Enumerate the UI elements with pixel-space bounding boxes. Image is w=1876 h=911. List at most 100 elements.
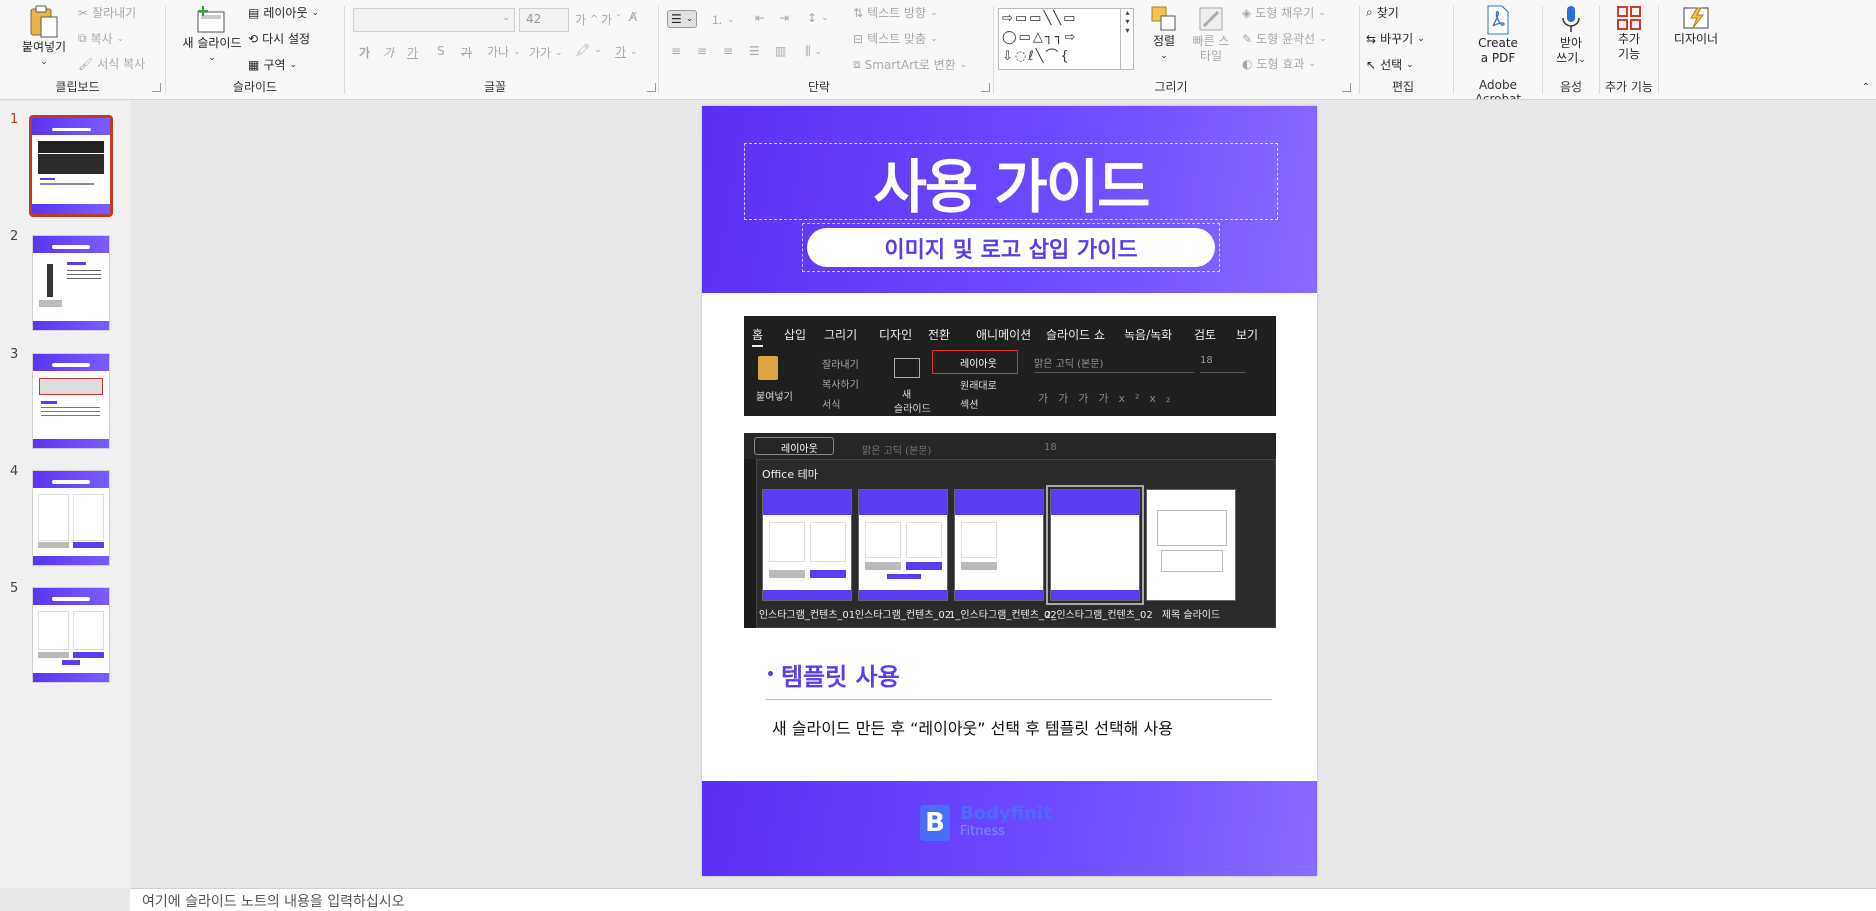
shapes-more-button[interactable]: ▴ ▾ ▾: [1120, 8, 1134, 70]
designer-button[interactable]: 디자이너: [1667, 4, 1725, 47]
dictate-button[interactable]: 받아 쓰기⌄: [1551, 4, 1591, 68]
shape-effects-button[interactable]: ◐ 도형 효과 ⌄: [1242, 55, 1316, 72]
thumb-pill: [52, 480, 90, 485]
dialog-launcher-icon[interactable]: [1342, 83, 1351, 92]
screenshot2-layout-button: 레이아웃: [754, 437, 834, 455]
font-name-combo[interactable]: ⌄: [353, 8, 515, 32]
align-right-button[interactable]: ≡: [723, 44, 733, 58]
grow-font-button[interactable]: 가 ^: [575, 11, 598, 28]
shape-effects-label: 도형 효과: [1256, 57, 1305, 71]
justify-button[interactable]: ☰: [749, 44, 760, 58]
layout-header: [1051, 490, 1139, 515]
align-center-button[interactable]: ≡: [697, 44, 707, 58]
chevron-down-icon: ⌄: [311, 7, 320, 18]
align-left-button[interactable]: ≡: [671, 44, 681, 58]
columns-button[interactable]: ⫼ ⌄: [805, 44, 822, 59]
thumb-header: [32, 118, 110, 136]
layout-block: [769, 570, 805, 578]
subtitle-placeholder[interactable]: 이미지 및 로고 삽입 가이드: [802, 223, 1220, 272]
thumb-footer: [33, 320, 109, 330]
slide-thumbnail-3[interactable]: [32, 353, 110, 449]
layout-button[interactable]: ▤ 레이아웃 ⌄: [248, 4, 319, 21]
shrink-font-button[interactable]: 가ˇ: [601, 11, 621, 28]
slide-thumbnail-5[interactable]: [32, 587, 110, 683]
distributed-button[interactable]: ▥: [775, 44, 786, 58]
bullet-dot: •: [766, 666, 775, 683]
screenshot-tab: 삽입: [784, 328, 807, 342]
layout-block: [865, 562, 901, 570]
format-painter-label: 서식 복사: [97, 57, 146, 71]
numbering-button[interactable]: ⒈ ⌄: [711, 11, 735, 28]
thumb-pill: [52, 597, 90, 602]
shape-outline-button[interactable]: ✎ 도형 윤곽선 ⌄: [1242, 30, 1327, 47]
editing-label: 편집: [1391, 80, 1415, 94]
chevron-down-icon: ⌄: [116, 33, 125, 44]
strikethrough-button[interactable]: 가: [461, 44, 472, 61]
thumb-image-placeholder: [72, 610, 105, 651]
clear-format-button[interactable]: A̸: [629, 10, 637, 24]
replace-button[interactable]: ⇆ 바꾸기 ⌄: [1366, 30, 1425, 47]
find-button[interactable]: ⌕ 찾기: [1366, 4, 1399, 21]
slide-thumbnail-4[interactable]: [32, 470, 110, 566]
title-placeholder[interactable]: 사용 가이드: [744, 143, 1278, 221]
shadow-button[interactable]: S: [437, 44, 445, 58]
select-button[interactable]: ↖ 선택 ⌄: [1366, 56, 1414, 73]
shape-fill-button[interactable]: ◈ 도형 채우기 ⌄: [1242, 4, 1326, 21]
slide-thumbnail-1[interactable]: [29, 115, 113, 217]
notes-pane[interactable]: 여기에 슬라이드 노트의 내용을 입력하십시오: [130, 888, 1876, 911]
font-size-combo[interactable]: 42: [519, 8, 569, 32]
screenshot2-theme-label: Office 테마: [762, 468, 818, 481]
new-slide-button[interactable]: 새 슬라이드 ⌄: [174, 4, 250, 66]
reset-button[interactable]: ⟲ 다시 설정: [248, 30, 310, 47]
chevron-down-icon: ⌄: [630, 46, 638, 57]
italic-button[interactable]: 가: [383, 44, 394, 61]
quick-styles-icon: [1199, 7, 1223, 31]
chevron-down-icon: ⌄: [555, 47, 563, 58]
dictate-label-2-wrap: 쓰기⌄: [1556, 51, 1586, 68]
change-case-button[interactable]: 가가 ⌄: [529, 44, 563, 61]
thumb-image-placeholder: [37, 493, 70, 541]
dialog-launcher-icon[interactable]: [981, 83, 990, 92]
acrobat-group: Create a PDF Adobe Acrobat: [1454, 0, 1542, 99]
dialog-launcher-icon[interactable]: [647, 83, 656, 92]
format-painter-button[interactable]: 🖌 서식 복사: [78, 55, 145, 72]
align-text-label: 텍스트 맞춤: [867, 32, 927, 46]
slide-canvas[interactable]: 사용 가이드 이미지 및 로고 삽입 가이드 홈 삽입 그리기 디자인 전환 애…: [702, 106, 1317, 876]
copy-button[interactable]: ⧉ 복사 ⌄: [78, 30, 124, 47]
quick-styles-button[interactable]: 빠른 스타일: [1188, 4, 1234, 64]
screenshot-font-name: 맑은 고딕 (본문): [1034, 359, 1104, 370]
arrange-button[interactable]: 정렬 ⌄: [1142, 4, 1186, 64]
effects-icon: ◐: [1242, 56, 1253, 71]
highlight-button[interactable]: 🖍 ⌄: [575, 43, 602, 57]
layout-caption: 제목 슬라이드: [1161, 610, 1221, 621]
layout-option-2: [858, 489, 948, 601]
section-button[interactable]: ▦ 구역 ⌄: [248, 56, 297, 73]
slide-thumbnail-2[interactable]: [32, 235, 110, 331]
create-pdf-label-2: a PDF: [1480, 51, 1516, 65]
paste-button[interactable]: 붙여넣기 ⌄: [14, 4, 74, 70]
bullets-button[interactable]: ☰ ⌄: [667, 10, 698, 28]
screenshot2-font-name: 맑은 고딕 (본문): [862, 446, 932, 457]
cut-button[interactable]: ✂ 잘라내기: [78, 4, 136, 21]
increase-indent-button[interactable]: ⇥: [779, 11, 789, 25]
decrease-indent-button[interactable]: ⇤: [755, 11, 765, 25]
create-pdf-button[interactable]: Create a PDF: [1464, 4, 1532, 66]
text-direction-button[interactable]: ⇅ 텍스트 방향 ⌄: [853, 4, 938, 21]
align-text-button[interactable]: ⊟ 텍스트 맞춤 ⌄: [853, 30, 938, 47]
shapes-gallery[interactable]: ⇨▭▭╲╲▭ ◯▭△┐┐⇨ ⇩◌ℓ╲⌒{: [998, 8, 1134, 70]
logo-mark: B: [920, 805, 950, 841]
underline-button[interactable]: 가: [407, 44, 418, 61]
layout-footer: [955, 590, 1043, 600]
screenshot-tab: 보기: [1236, 328, 1259, 342]
font-color-button[interactable]: 가 ⌄: [615, 43, 638, 60]
dialog-launcher-icon[interactable]: [152, 83, 161, 92]
bold-button[interactable]: 가: [359, 44, 370, 61]
layout-caption: 1_인스타그램_컨텐츠_02: [949, 610, 1057, 621]
addins-button[interactable]: 추가 기능: [1608, 4, 1650, 62]
slide-number: 2: [10, 229, 19, 244]
align-center-icon: ≡: [697, 44, 708, 58]
smartart-button[interactable]: ⧈ SmartArt로 변환 ⌄: [853, 56, 967, 73]
char-spacing-button[interactable]: 가나 ⌄: [487, 43, 521, 60]
line-spacing-button[interactable]: ↕ ⌄: [807, 11, 829, 25]
collapse-ribbon-icon[interactable]: ⌃: [1862, 82, 1870, 93]
